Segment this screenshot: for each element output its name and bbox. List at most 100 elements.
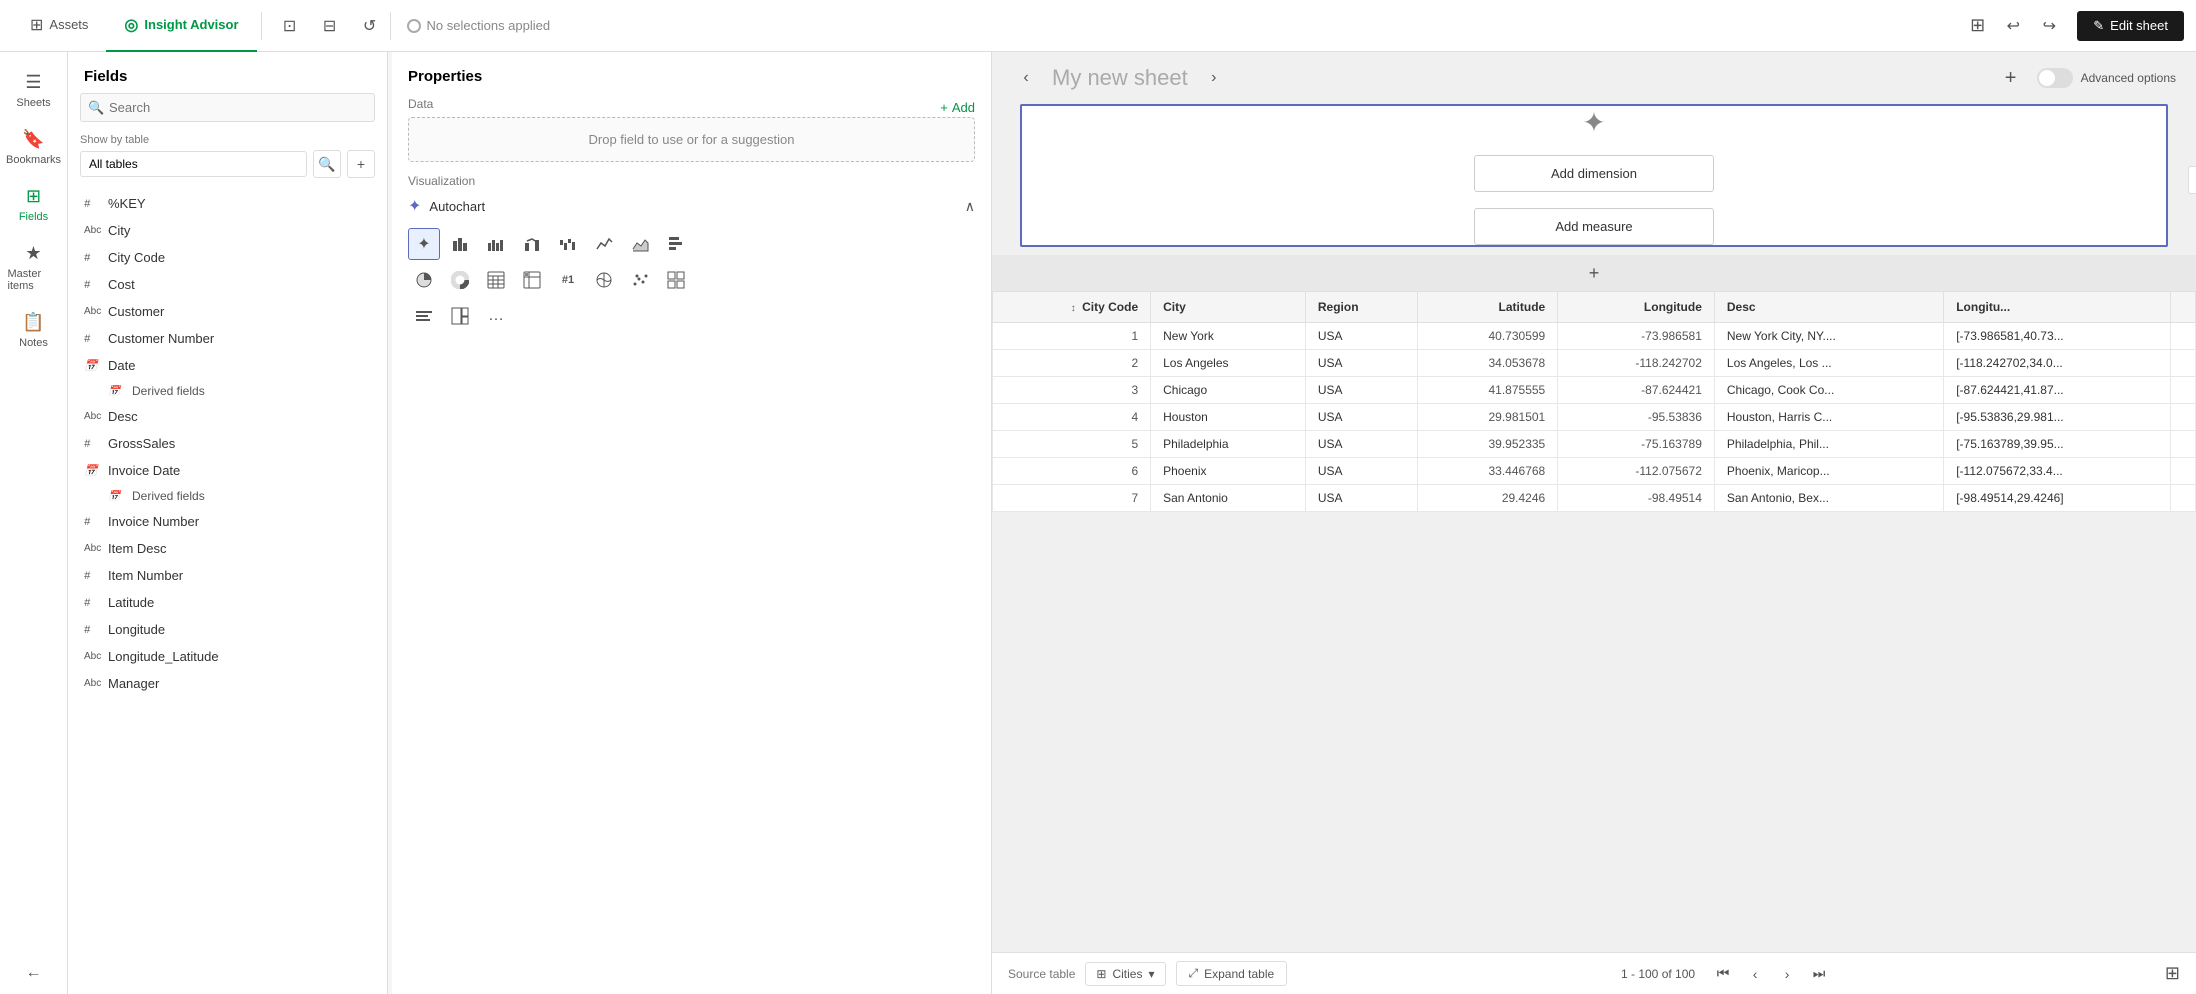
cell-city-code: 2 xyxy=(993,350,1151,377)
field-item-longitude-latitude[interactable]: Abc Longitude_Latitude xyxy=(68,643,387,670)
resizer-fields-props[interactable] xyxy=(388,52,392,994)
table-selector-icon: ⊞ xyxy=(1096,967,1106,981)
search-table-btn[interactable]: 🔍 xyxy=(313,150,341,178)
col-latitude[interactable]: Latitude xyxy=(1418,292,1558,323)
sheet-next-btn[interactable]: › xyxy=(1200,64,1228,92)
field-item-desc[interactable]: Abc Desc xyxy=(68,403,387,430)
chart-side-add-btn[interactable]: + xyxy=(2188,166,2196,194)
edit-sheet-btn[interactable]: ✎ Edit sheet xyxy=(2077,11,2184,41)
viz-btn-pie[interactable] xyxy=(408,264,440,296)
viz-btn-bar[interactable] xyxy=(444,228,476,260)
advanced-toggle-switch[interactable] xyxy=(2037,68,2073,88)
cell-longitude: -75.163789 xyxy=(1558,431,1715,458)
expand-table-btn[interactable]: ⤢ Expand table xyxy=(1176,961,1288,986)
viz-btn-scatter[interactable] xyxy=(624,264,656,296)
tab-assets[interactable]: ⊞ Assets xyxy=(12,0,106,52)
table-row: 3 Chicago USA 41.875555 -87.624421 Chica… xyxy=(993,377,2196,404)
field-item-city-code[interactable]: # City Code xyxy=(68,244,387,271)
col-desc[interactable]: Desc xyxy=(1714,292,1943,323)
viz-btn-grouped-bar[interactable] xyxy=(480,228,512,260)
viz-btn-treemap[interactable] xyxy=(444,300,476,332)
derived-type-icon: 📅 xyxy=(108,386,124,397)
table-select[interactable]: All tables xyxy=(80,151,307,177)
field-item-date[interactable]: 📅 Date xyxy=(68,352,387,379)
add-data-btn[interactable]: + Add xyxy=(940,100,975,115)
viz-btn-more[interactable]: … xyxy=(480,300,512,332)
viz-btn-line[interactable] xyxy=(588,228,620,260)
prev-page-btn[interactable]: ‹ xyxy=(1743,962,1767,986)
sidebar-item-bookmarks[interactable]: 🔖 Bookmarks xyxy=(4,121,64,174)
field-item-invoice-date[interactable]: 📅 Invoice Date xyxy=(68,457,387,484)
add-table-btn[interactable]: + xyxy=(347,150,375,178)
sidebar-item-master-items[interactable]: ★ Master items xyxy=(4,235,64,300)
expand-label: Expand table xyxy=(1204,967,1274,981)
sheet-prev-btn[interactable]: ‹ xyxy=(1012,64,1040,92)
refresh-tool-btn[interactable]: ↺ xyxy=(354,10,386,42)
viz-btn-area[interactable] xyxy=(624,228,656,260)
field-item-customer-number[interactable]: # Customer Number xyxy=(68,325,387,352)
field-item-derived-date[interactable]: 📅 Derived fields xyxy=(68,379,387,403)
field-item-longitude[interactable]: # Longitude xyxy=(68,616,387,643)
sidebar-item-notes[interactable]: 📋 Notes xyxy=(4,304,64,357)
field-item-city[interactable]: Abc City xyxy=(68,217,387,244)
field-item-invoice-number[interactable]: # Invoice Number xyxy=(68,508,387,535)
field-item-derived-invoice[interactable]: 📅 Derived fields xyxy=(68,484,387,508)
search-input[interactable] xyxy=(80,93,375,122)
viz-btn-text[interactable] xyxy=(408,300,440,332)
next-page-btn[interactable]: › xyxy=(1775,962,1799,986)
table-wrapper[interactable]: ↕ City Code City Region Latitude xyxy=(992,291,2196,952)
viz-btn-combo[interactable] xyxy=(516,228,548,260)
field-item-manager[interactable]: Abc Manager xyxy=(68,670,387,697)
viz-btn-kpi[interactable]: #1 xyxy=(552,264,584,296)
field-item-cost[interactable]: # Cost xyxy=(68,271,387,298)
table-grid-icon[interactable]: ⊞ xyxy=(2165,963,2180,984)
tab-insight-advisor[interactable]: ◎ Insight Advisor xyxy=(106,0,256,52)
cell-scroll-placeholder xyxy=(2171,323,2196,350)
viz-btn-pivot[interactable] xyxy=(516,264,548,296)
field-name: Item Desc xyxy=(108,541,167,556)
drop-zone[interactable]: Drop field to use or for a suggestion xyxy=(408,117,975,162)
pagination: 1 - 100 of 100 ⏮ ‹ › ⏭ xyxy=(1621,962,1831,986)
draw-tool-btn[interactable]: ⊟ xyxy=(314,10,346,42)
add-dimension-btn[interactable]: Add dimension xyxy=(1474,155,1714,192)
field-item-customer[interactable]: Abc Customer xyxy=(68,298,387,325)
grid-view-icon[interactable]: ⊞ xyxy=(1970,15,1985,36)
cell-desc: San Antonio, Bex... xyxy=(1714,485,1943,512)
col-city[interactable]: City xyxy=(1151,292,1306,323)
field-item-item-number[interactable]: # Item Number xyxy=(68,562,387,589)
autochart-chevron-btn[interactable]: ∧ xyxy=(965,198,975,215)
last-page-btn[interactable]: ⏭ xyxy=(1807,962,1831,986)
viz-btn-bar-h[interactable] xyxy=(660,228,692,260)
viz-btn-donut[interactable] xyxy=(444,264,476,296)
plus-divider[interactable]: + xyxy=(992,255,2196,291)
sidebar-item-fields[interactable]: ⊞ Fields xyxy=(4,178,64,231)
sidebar-item-sheets[interactable]: ☰ Sheets xyxy=(4,64,64,117)
viz-btn-waterfall[interactable] xyxy=(552,228,584,260)
col-latitude-label: Latitude xyxy=(1499,300,1546,314)
redo-btn[interactable]: ↪ xyxy=(2033,10,2065,42)
field-item-item-desc[interactable]: Abc Item Desc xyxy=(68,535,387,562)
field-item-latitude[interactable]: # Latitude xyxy=(68,589,387,616)
viz-btn-table[interactable] xyxy=(480,264,512,296)
col-city-code[interactable]: ↕ City Code xyxy=(993,292,1151,323)
selection-tool-btn[interactable]: ⊡ xyxy=(274,10,306,42)
table-selector[interactable]: ⊞ Cities ▾ xyxy=(1085,962,1165,986)
viz-btn-map[interactable] xyxy=(588,264,620,296)
first-page-btn[interactable]: ⏮ xyxy=(1711,962,1735,986)
field-item-gross-sales[interactable]: # GrossSales xyxy=(68,430,387,457)
add-measure-btn[interactable]: Add measure xyxy=(1474,208,1714,245)
add-sheet-btn[interactable]: + xyxy=(1997,64,2025,92)
table-row: 4 Houston USA 29.981501 -95.53836 Housto… xyxy=(993,404,2196,431)
col-longitude[interactable]: Longitude xyxy=(1558,292,1715,323)
table-row: 2 Los Angeles USA 34.053678 -118.242702 … xyxy=(993,350,2196,377)
sidebar-collapse-icon[interactable]: ← xyxy=(18,956,50,989)
field-name: GrossSales xyxy=(108,436,175,451)
undo-btn[interactable]: ↩ xyxy=(1997,10,2029,42)
viz-btn-auto[interactable]: ✦ xyxy=(408,228,440,260)
col-longitu[interactable]: Longitu... xyxy=(1944,292,2171,323)
viz-btn-grid[interactable] xyxy=(660,264,692,296)
col-region[interactable]: Region xyxy=(1305,292,1417,323)
table-row: 1 New York USA 40.730599 -73.986581 New … xyxy=(993,323,2196,350)
cell-longitude: -95.53836 xyxy=(1558,404,1715,431)
field-item-percent-key[interactable]: # %KEY xyxy=(68,190,387,217)
